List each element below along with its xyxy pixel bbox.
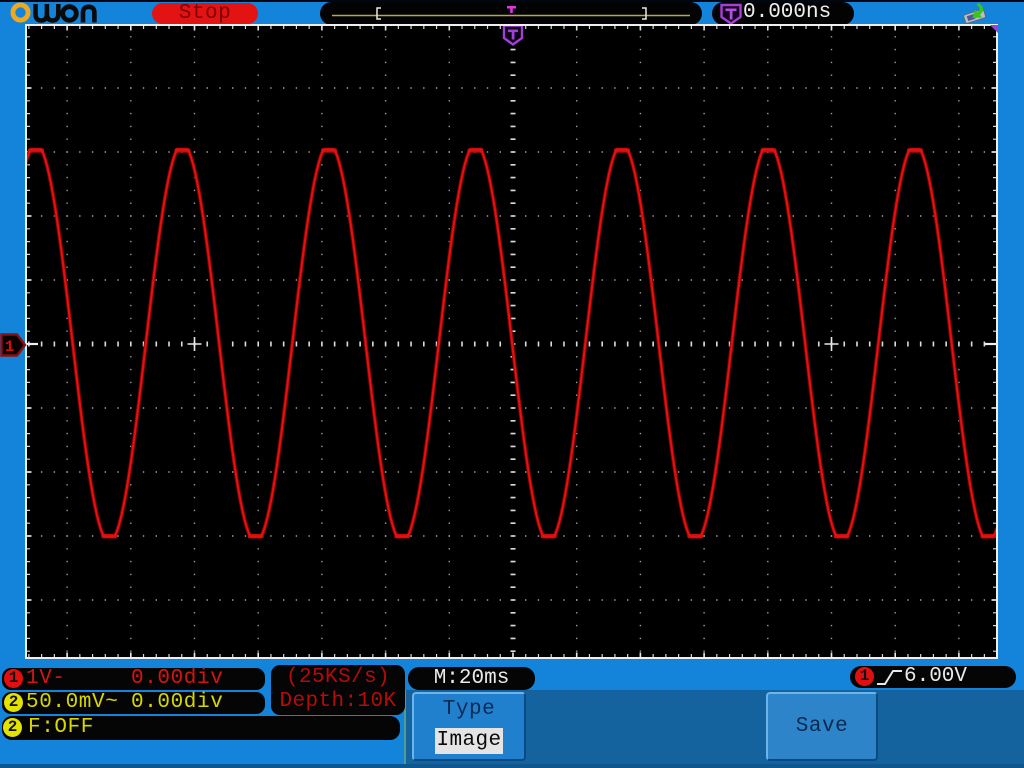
svg-text:1: 1 — [5, 338, 15, 356]
